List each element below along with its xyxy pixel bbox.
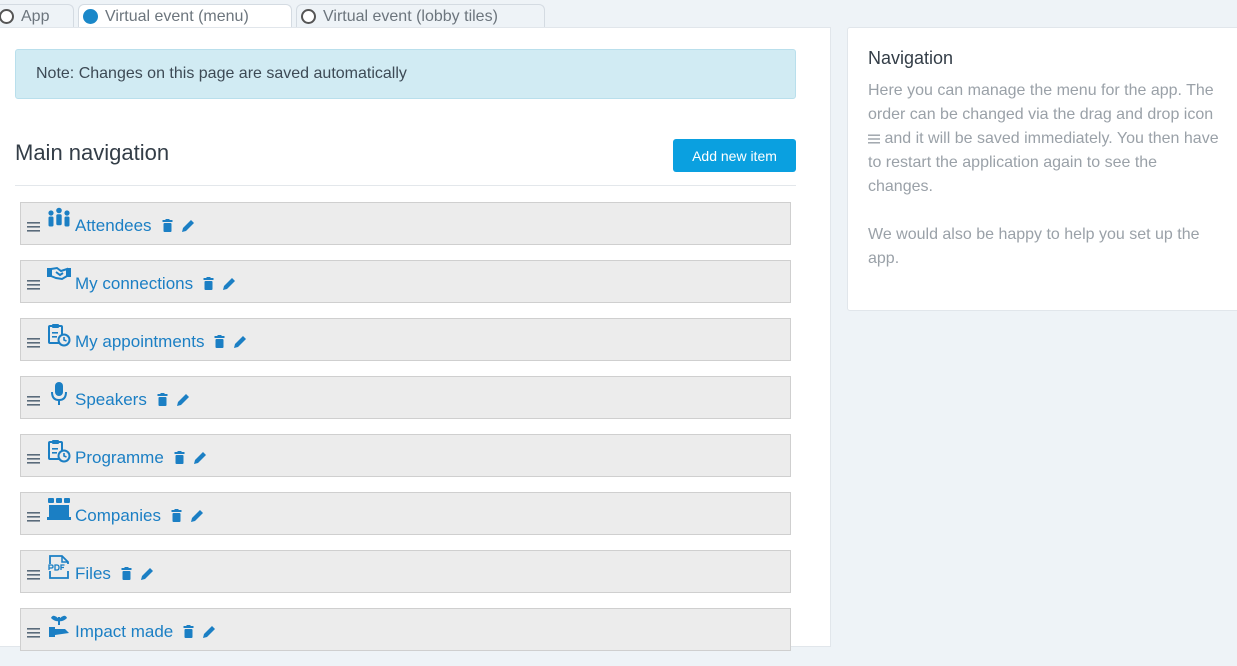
nav-item-label: Files bbox=[75, 563, 111, 583]
trash-icon[interactable] bbox=[202, 277, 215, 290]
clipboard-clock-icon bbox=[48, 439, 71, 462]
radio-selected-icon bbox=[83, 9, 98, 24]
nav-item-files[interactable]: Files bbox=[20, 550, 791, 593]
main-panel: Note: Changes on this page are saved aut… bbox=[0, 27, 831, 651]
nav-item-attendees[interactable]: Attendees bbox=[20, 202, 791, 245]
drag-handle-icon[interactable] bbox=[27, 627, 41, 639]
pencil-icon[interactable] bbox=[181, 219, 195, 232]
divider bbox=[15, 185, 796, 186]
trash-icon[interactable] bbox=[170, 509, 183, 522]
section-title: Main navigation bbox=[15, 140, 170, 165]
pencil-icon[interactable] bbox=[176, 393, 190, 406]
tab-virtual-event-menu[interactable]: Virtual event (menu) bbox=[78, 4, 292, 28]
nav-item-label: My connections bbox=[75, 273, 194, 293]
help-text-part-1: Here you can manage the menu for the app… bbox=[868, 82, 1214, 123]
auto-save-note: Note: Changes on this page are saved aut… bbox=[15, 49, 796, 99]
nav-item-my-appointments[interactable]: My appointments bbox=[20, 318, 791, 361]
drag-handle-icon[interactable] bbox=[27, 569, 41, 581]
drag-handle-icon[interactable] bbox=[27, 511, 41, 523]
booth-icon bbox=[47, 497, 71, 520]
nav-item-label: Speakers bbox=[75, 389, 147, 409]
tab-virtual-event-lobby-tiles[interactable]: Virtual event (lobby tiles) bbox=[296, 4, 545, 28]
radio-icon bbox=[301, 9, 316, 24]
nav-item-my-connections[interactable]: My connections bbox=[20, 260, 791, 303]
tab-label: Virtual event (lobby tiles) bbox=[323, 7, 498, 25]
trash-icon[interactable] bbox=[182, 625, 195, 638]
drag-handle-icon[interactable] bbox=[27, 395, 41, 407]
tab-label: Virtual event (menu) bbox=[105, 7, 249, 25]
pencil-icon[interactable] bbox=[140, 567, 154, 580]
handshake-icon bbox=[47, 266, 71, 280]
drag-handle-icon[interactable] bbox=[27, 337, 41, 349]
nav-item-impact-made[interactable]: Impact made bbox=[20, 608, 791, 651]
help-text: Here you can manage the menu for the app… bbox=[868, 79, 1223, 199]
nav-item-label: Attendees bbox=[75, 215, 152, 235]
pencil-icon[interactable] bbox=[234, 335, 247, 348]
nav-item-companies[interactable]: Companies bbox=[20, 492, 791, 535]
people-icon bbox=[48, 207, 70, 226]
nav-item-label: Programme bbox=[75, 447, 164, 467]
drag-handle-icon[interactable] bbox=[27, 279, 41, 291]
nav-item-label: My appointments bbox=[75, 331, 205, 351]
navigation-list: Attendees My connections My appointments… bbox=[20, 202, 791, 666]
trash-icon[interactable] bbox=[213, 335, 226, 348]
help-text-part-2: and it will be saved immediately. You th… bbox=[868, 130, 1219, 195]
nav-item-label: Companies bbox=[75, 505, 161, 525]
drag-handle-icon bbox=[868, 134, 880, 144]
pdf-file-icon bbox=[47, 554, 69, 579]
tab-bar: App Virtual event (menu) Virtual event (… bbox=[0, 0, 830, 28]
drag-handle-icon[interactable] bbox=[27, 453, 41, 465]
nav-item-label: Impact made bbox=[75, 621, 174, 641]
tab-app[interactable]: App bbox=[0, 4, 74, 28]
pencil-icon[interactable] bbox=[191, 509, 204, 522]
nav-item-speakers[interactable]: Speakers bbox=[20, 376, 791, 419]
radio-icon bbox=[0, 9, 14, 24]
add-new-item-button[interactable]: Add new item bbox=[673, 139, 796, 172]
trash-icon[interactable] bbox=[173, 451, 186, 464]
trash-icon[interactable] bbox=[120, 567, 133, 580]
pencil-icon[interactable] bbox=[203, 625, 216, 638]
plant-icon bbox=[49, 615, 69, 637]
nav-item-programme[interactable]: Programme bbox=[20, 434, 791, 477]
clipboard-clock-icon bbox=[48, 323, 71, 346]
drag-handle-icon[interactable] bbox=[27, 221, 41, 233]
help-text-secondary: We would also be happy to help you set u… bbox=[868, 226, 1200, 267]
help-panel: Navigation Here you can manage the menu … bbox=[847, 27, 1237, 311]
tab-label: App bbox=[21, 7, 50, 25]
trash-icon[interactable] bbox=[161, 219, 174, 232]
help-title: Navigation bbox=[868, 48, 954, 68]
pencil-icon[interactable] bbox=[223, 277, 236, 290]
microphone-icon bbox=[51, 381, 67, 405]
pencil-icon[interactable] bbox=[193, 451, 207, 464]
trash-icon[interactable] bbox=[156, 393, 169, 406]
